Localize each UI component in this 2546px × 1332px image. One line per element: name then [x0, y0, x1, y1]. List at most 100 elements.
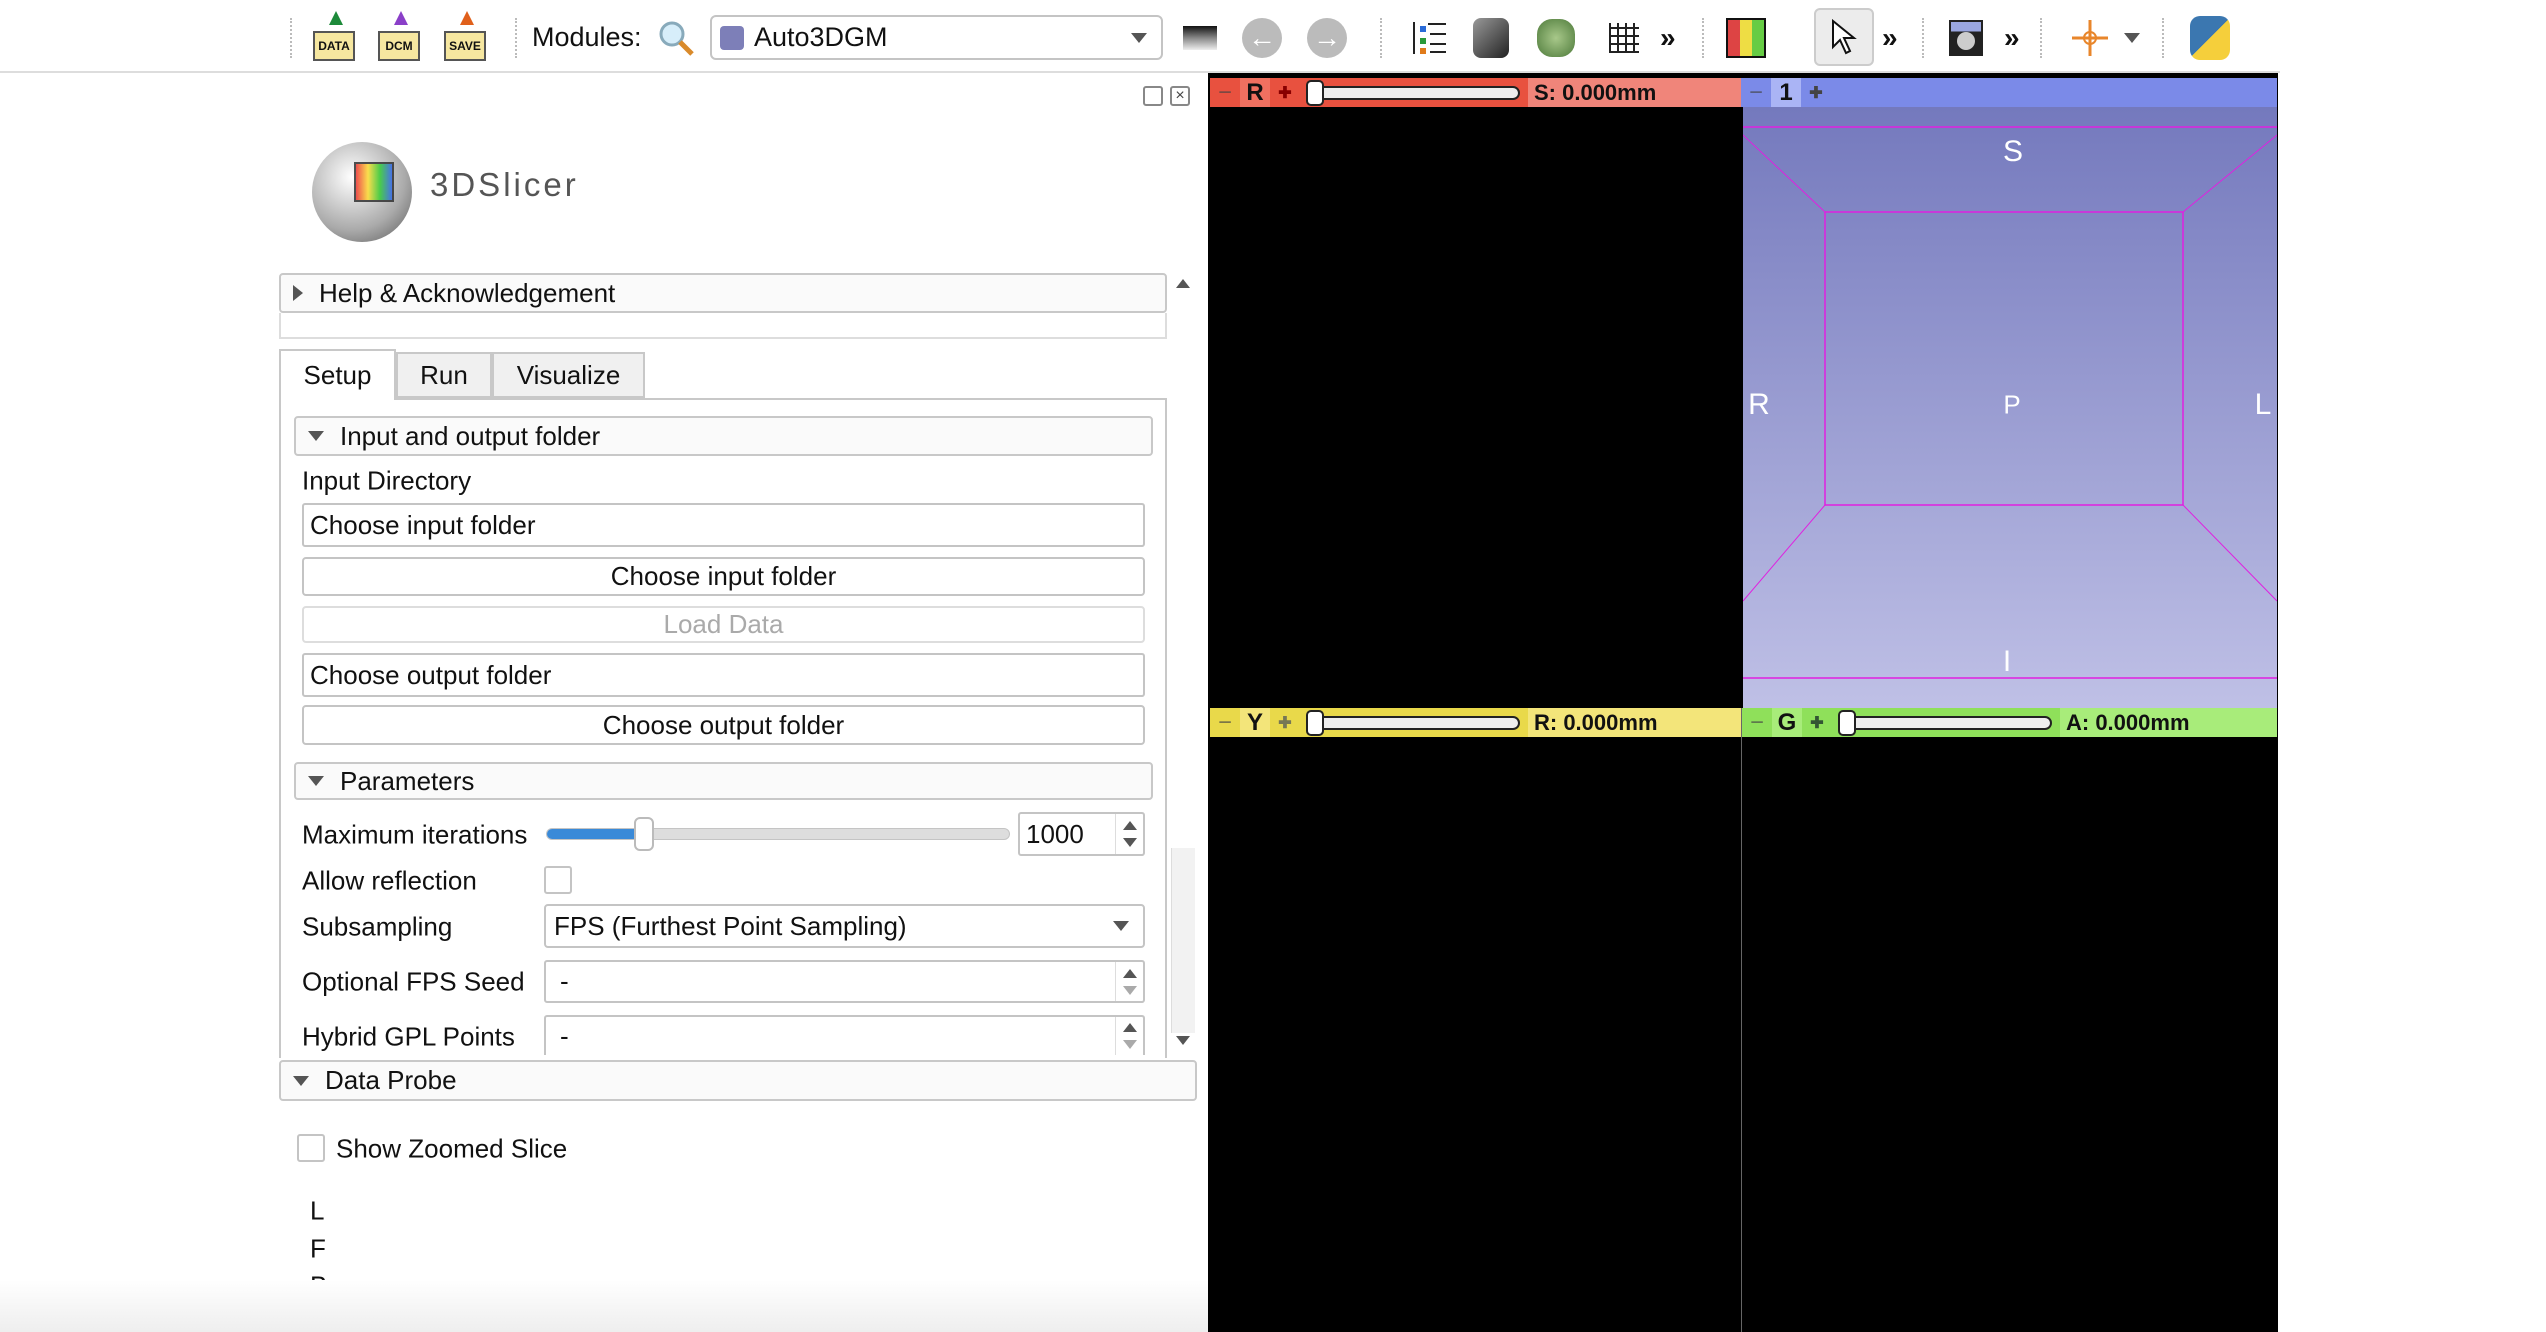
- yellow-slice-slider[interactable]: [1306, 709, 1520, 736]
- slider-thumb[interactable]: [1838, 709, 1856, 736]
- link-icon[interactable]: ✚: [1270, 713, 1300, 733]
- save-button[interactable]: SAVE: [441, 11, 489, 62]
- fps-seed-spinbox[interactable]: -: [544, 960, 1145, 1003]
- pin-icon[interactable]: ─: [1742, 714, 1772, 732]
- pin-icon[interactable]: ─: [1210, 84, 1240, 102]
- fps-seed-label: Optional FPS Seed: [302, 966, 525, 997]
- dicom-button[interactable]: DCM: [375, 11, 423, 62]
- back-button[interactable]: ←: [1238, 14, 1286, 62]
- slider-thumb[interactable]: [634, 817, 655, 851]
- spin-down-icon[interactable]: [1122, 985, 1137, 995]
- center-view-icon[interactable]: ✚: [1801, 83, 1831, 103]
- help-acknowledgement-header[interactable]: Help & Acknowledgement: [279, 273, 1167, 313]
- save-icon: SAVE: [444, 11, 486, 61]
- spin-up-icon[interactable]: [1122, 1023, 1137, 1032]
- choose-output-folder-button[interactable]: Choose output folder: [302, 705, 1145, 745]
- close-panel-icon[interactable]: ×: [1170, 86, 1190, 106]
- more-capture-button[interactable]: »: [2004, 22, 2020, 54]
- layout-button[interactable]: [1176, 14, 1224, 62]
- parameters-label: Parameters: [340, 765, 475, 796]
- threed-view[interactable]: S I R L P: [1743, 107, 2277, 708]
- tab-visualize[interactable]: Visualize: [492, 352, 645, 398]
- hybrid-gpl-label: Hybrid GPL Points: [302, 1021, 515, 1052]
- green-slice-slider[interactable]: [1838, 709, 2052, 736]
- output-folder-field[interactable]: Choose output folder: [302, 653, 1145, 697]
- toolbar-grip[interactable]: [2040, 18, 2046, 58]
- spin-up-icon[interactable]: [1122, 821, 1137, 830]
- input-folder-field[interactable]: Choose input folder: [302, 503, 1145, 547]
- link-icon[interactable]: ✚: [1802, 713, 1832, 733]
- tree-list-icon: [1413, 22, 1446, 54]
- crosshair-options-dropdown[interactable]: [2124, 33, 2140, 43]
- volumes-button[interactable]: [1467, 14, 1515, 62]
- crosshair-button[interactable]: [2066, 14, 2114, 62]
- io-section-header[interactable]: Input and output folder: [294, 416, 1153, 456]
- data-probe-label: Data Probe: [325, 1065, 457, 1095]
- scrollbar-handle[interactable]: [1171, 848, 1195, 1033]
- slider-thumb[interactable]: [1306, 709, 1324, 736]
- search-icon: [659, 21, 694, 56]
- allow-reflection-checkbox[interactable]: [544, 866, 572, 894]
- tab-setup[interactable]: Setup: [279, 349, 396, 400]
- camera-icon: [1949, 20, 1983, 56]
- spin-arrows[interactable]: [1115, 814, 1143, 854]
- tab-run[interactable]: Run: [396, 352, 492, 398]
- panel-bottom-shade: [0, 1280, 1210, 1332]
- max-iterations-slider[interactable]: [546, 817, 1010, 851]
- red-slice-slider[interactable]: [1306, 79, 1520, 106]
- spin-arrows[interactable]: [1115, 962, 1143, 1001]
- green-slice-view[interactable]: [1742, 737, 2277, 1332]
- hybrid-gpl-spinbox[interactable]: -: [544, 1015, 1145, 1055]
- forward-button[interactable]: →: [1303, 14, 1351, 62]
- toolbar-grip[interactable]: [515, 18, 521, 58]
- python-console-button[interactable]: [2186, 14, 2234, 62]
- spin-down-icon[interactable]: [1122, 1040, 1137, 1049]
- max-iterations-spinbox[interactable]: 1000: [1018, 812, 1145, 856]
- input-directory-label: Input Directory: [302, 465, 472, 496]
- parameters-section-header[interactable]: Parameters: [294, 762, 1153, 800]
- show-zoomed-slice-checkbox[interactable]: [297, 1134, 325, 1162]
- toolbar-grip[interactable]: [1380, 18, 1386, 58]
- yellow-slice-view[interactable]: [1210, 737, 1741, 1332]
- panel-scrollbar[interactable]: [1169, 273, 1197, 1055]
- data-probe-header[interactable]: Data Probe: [279, 1060, 1197, 1101]
- pin-icon[interactable]: ─: [1210, 714, 1240, 732]
- allow-reflection-label: Allow reflection: [302, 865, 477, 896]
- undock-icon[interactable]: [1143, 86, 1163, 106]
- chevron-down-icon: [1113, 921, 1129, 931]
- transforms-button[interactable]: [1600, 14, 1648, 62]
- mouse-mode-select-button[interactable]: [1814, 8, 1874, 66]
- module-selector[interactable]: Auto3DGM: [710, 15, 1163, 60]
- choose-input-folder-button[interactable]: Choose input folder: [302, 557, 1145, 596]
- load-data-button[interactable]: Load Data: [302, 606, 1145, 643]
- orientation-inferior: I: [2002, 645, 2012, 678]
- view-layout-button[interactable]: [1722, 14, 1770, 62]
- scroll-down-icon[interactable]: [1176, 1036, 1190, 1045]
- screenshot-button[interactable]: [1942, 14, 1990, 62]
- link-icon[interactable]: ✚: [1270, 83, 1300, 103]
- more-mouse-modes-button[interactable]: »: [1882, 22, 1898, 54]
- scroll-up-icon[interactable]: [1176, 279, 1190, 288]
- collapse-arrow-icon: [308, 431, 324, 441]
- load-data-button[interactable]: DATA: [310, 11, 358, 62]
- slider-fill: [547, 829, 645, 839]
- spin-down-icon[interactable]: [1122, 838, 1137, 847]
- spin-up-icon[interactable]: [1122, 968, 1137, 978]
- toolbar-grip[interactable]: [2162, 18, 2168, 58]
- max-iterations-value: 1000: [1026, 818, 1084, 849]
- toolbar-grip[interactable]: [1702, 18, 1708, 58]
- module-search-button[interactable]: [652, 14, 700, 62]
- models-button[interactable]: [1532, 14, 1580, 62]
- python-icon: [2190, 16, 2230, 60]
- toolbar-grip[interactable]: [290, 18, 296, 58]
- spin-arrows[interactable]: [1115, 1017, 1143, 1055]
- data-tree-button[interactable]: [1404, 14, 1452, 62]
- puzzle-icon: [720, 25, 744, 50]
- more-modules-button[interactable]: »: [1660, 22, 1676, 54]
- pin-icon[interactable]: ─: [1741, 84, 1771, 102]
- subsampling-dropdown[interactable]: FPS (Furthest Point Sampling): [544, 904, 1145, 948]
- toolbar-grip[interactable]: [1922, 18, 1928, 58]
- slider-thumb[interactable]: [1306, 79, 1324, 106]
- red-slice-offset: S: 0.000mm: [1528, 78, 1741, 107]
- red-slice-view[interactable]: [1210, 107, 1741, 708]
